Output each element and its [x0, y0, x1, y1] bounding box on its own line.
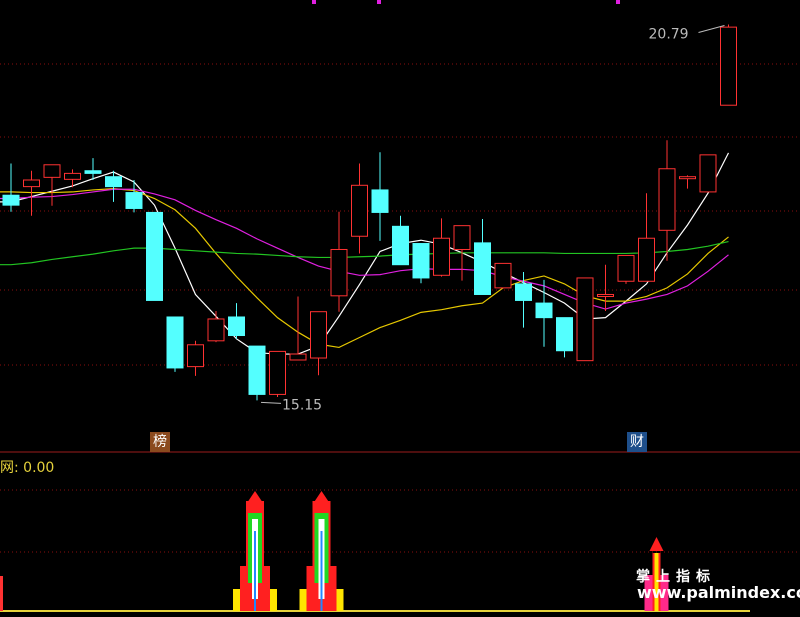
candle-15 — [310, 311, 327, 376]
candle-20 — [412, 243, 430, 284]
high-label: 20.79 — [649, 26, 689, 42]
candle-body — [556, 317, 573, 352]
candle-body — [412, 243, 430, 279]
candle-32 — [658, 140, 676, 261]
event-tag-cai[interactable]: 财 — [627, 432, 647, 452]
low-label: 15.15 — [282, 397, 322, 413]
candle-7 — [146, 211, 163, 301]
gridlines — [0, 0, 800, 553]
top-marker-1 — [377, 0, 381, 4]
top-marker-0 — [312, 0, 316, 4]
candle-23 — [474, 219, 491, 295]
watermark-en: www.palmindex.com — [637, 583, 800, 602]
candle-body — [125, 192, 143, 209]
candle-body — [23, 179, 40, 188]
candle-body — [597, 293, 614, 297]
candle-2 — [43, 164, 61, 206]
signal-tip — [247, 491, 263, 503]
candle-13 — [269, 350, 286, 398]
candle-body — [228, 316, 245, 337]
candle-body — [64, 172, 81, 180]
candlestick-series — [2, 24, 737, 401]
candle-body — [494, 262, 512, 289]
signal-tip — [649, 537, 664, 551]
candle-body — [330, 248, 348, 297]
candle-body — [289, 353, 307, 361]
price-annotations: 20.79 15.15 — [260, 25, 725, 413]
candle-0 — [2, 163, 20, 212]
candle-12 — [248, 345, 266, 401]
candle-18 — [371, 152, 389, 241]
candle-31 — [638, 193, 655, 282]
candle-35 — [720, 24, 737, 106]
candle-body — [515, 283, 532, 301]
candle-body — [207, 318, 225, 342]
candle-body — [617, 254, 635, 282]
candle-1 — [23, 170, 40, 216]
event-tag-bang[interactable]: 榜 — [150, 432, 170, 452]
candle-body — [638, 237, 655, 282]
candle-24 — [494, 262, 512, 289]
signal-1 — [299, 491, 344, 611]
candle-16 — [330, 211, 348, 312]
candle-17 — [351, 163, 368, 254]
signal-axis — [254, 531, 256, 611]
candle-body — [310, 311, 327, 359]
candle-8 — [166, 316, 184, 372]
candle-body — [720, 26, 737, 106]
candle-body — [453, 225, 471, 250]
candle-body — [699, 154, 717, 193]
candle-19 — [392, 215, 409, 266]
candle-body — [187, 344, 204, 368]
candle-body — [433, 237, 450, 276]
candle-6 — [125, 180, 143, 213]
signal-edge-bar — [0, 576, 3, 611]
signal-tip — [313, 491, 330, 503]
candle-body — [576, 277, 594, 362]
candle-9 — [187, 340, 204, 376]
candle-body — [105, 176, 122, 188]
candle-body — [535, 302, 553, 319]
candle-body — [371, 189, 389, 213]
candle-body — [658, 168, 676, 231]
candle-body — [679, 176, 696, 180]
candle-body — [351, 184, 368, 237]
candle-body — [269, 350, 286, 395]
candle-body — [474, 242, 491, 295]
candle-33 — [679, 175, 696, 189]
candle-29 — [597, 264, 614, 312]
low-arrow — [260, 401, 282, 404]
candle-28 — [576, 277, 594, 362]
candle-21 — [433, 218, 450, 277]
indicator-title: 网: 0.00 — [0, 460, 55, 476]
chart-canvas: 20.79 15.15 — [0, 0, 800, 612]
candle-27 — [556, 317, 573, 358]
candle-body — [146, 211, 163, 301]
candle-11 — [228, 303, 245, 339]
signal-axis — [320, 531, 323, 611]
candle-body — [43, 164, 61, 178]
candle-body — [392, 225, 409, 266]
candle-body — [248, 345, 266, 395]
candle-body — [2, 194, 20, 206]
candle-10 — [207, 311, 225, 343]
top-marker-2 — [616, 0, 620, 4]
candle-body — [166, 316, 184, 369]
candle-34 — [699, 154, 717, 193]
signal-0 — [233, 491, 277, 611]
candle-30 — [617, 254, 635, 284]
candle-body — [84, 170, 102, 174]
